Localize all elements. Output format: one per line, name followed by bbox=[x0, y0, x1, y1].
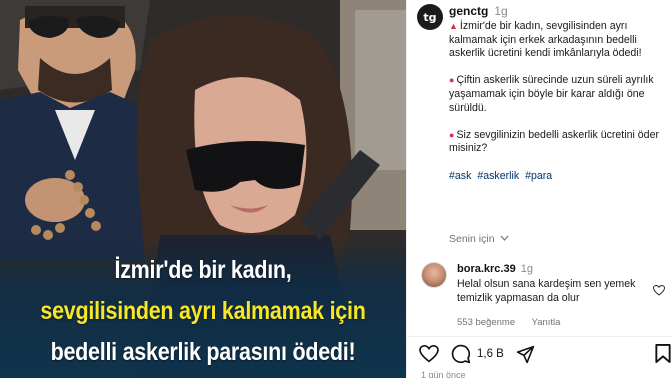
instagram-post-view: İzmir'de bir kadın, sevgilisinden ayrı k… bbox=[0, 0, 672, 378]
author-avatar[interactable]: tg bbox=[417, 4, 443, 30]
commenter-username[interactable]: bora.krc.39 bbox=[457, 263, 516, 275]
caption-paragraph-1: ▲ İzmir'de bir kadın, sevgilisinden ayrı … bbox=[449, 20, 642, 60]
comment-like-heart-icon[interactable] bbox=[653, 285, 665, 296]
like-heart-icon[interactable] bbox=[419, 345, 439, 363]
likes-count[interactable]: 1,6 B bbox=[477, 348, 504, 360]
hashtag-link[interactable]: #ask bbox=[449, 170, 471, 182]
author-username[interactable]: genctg bbox=[449, 4, 488, 18]
post-date: 1 gün önce bbox=[421, 370, 466, 378]
post-image[interactable]: İzmir'de bir kadın, sevgilisinden ayrı k… bbox=[0, 0, 406, 378]
comment-meta: 553 beğenme Yanıtla bbox=[457, 317, 574, 328]
commenter-avatar[interactable] bbox=[421, 262, 447, 288]
bookmark-save-icon[interactable] bbox=[655, 344, 671, 363]
caption-paragraph-2: ● Çiftin askerlik sürecinde uzun süreli a… bbox=[449, 74, 654, 114]
caption-paragraph-3: ● Siz sevgilinizin bedelli askerlik ücret… bbox=[449, 128, 659, 155]
divider bbox=[407, 336, 672, 337]
comment-text: Helal olsun sana kardeşim sen yemek temi… bbox=[457, 278, 636, 304]
chevron-down-icon bbox=[501, 235, 509, 241]
comment-header: bora.krc.39 1g bbox=[457, 263, 533, 275]
hashtag-link[interactable]: #para bbox=[525, 170, 552, 182]
post-header: genctg 1g bbox=[449, 4, 508, 18]
comment-bubble-icon[interactable] bbox=[451, 344, 471, 364]
hashtag-link[interactable]: #askerlik bbox=[477, 170, 519, 182]
headline-line-1: İzmir'de bir kadın, bbox=[114, 256, 292, 284]
reply-button[interactable]: Yanıtla bbox=[532, 317, 561, 328]
post-details-panel: tg genctg 1g ▲ İzmir'de bir kadın, sevgili… bbox=[406, 0, 672, 378]
party-popper-icon: ▲ bbox=[449, 21, 458, 31]
pushpin-icon: ● bbox=[449, 75, 455, 86]
post-time: 1g bbox=[494, 4, 508, 18]
comment-likes[interactable]: 553 beğenme bbox=[457, 317, 515, 328]
hashtags: #ask #askerlik #para bbox=[449, 170, 667, 184]
comment-time: 1g bbox=[520, 263, 533, 275]
headline-line-2: sevgilisinden ayrı kalmamak için bbox=[40, 297, 366, 325]
post-actions: 1,6 B bbox=[419, 344, 535, 364]
post-caption: ▲ İzmir'de bir kadın, sevgilisinden ayrı … bbox=[449, 20, 667, 197]
see-translation-button[interactable]: Senin için bbox=[449, 233, 509, 245]
headline-line-3: bedelli askerlik parasını ödedi! bbox=[50, 338, 356, 366]
share-send-icon[interactable] bbox=[516, 345, 535, 364]
pushpin-icon: ● bbox=[449, 129, 455, 140]
